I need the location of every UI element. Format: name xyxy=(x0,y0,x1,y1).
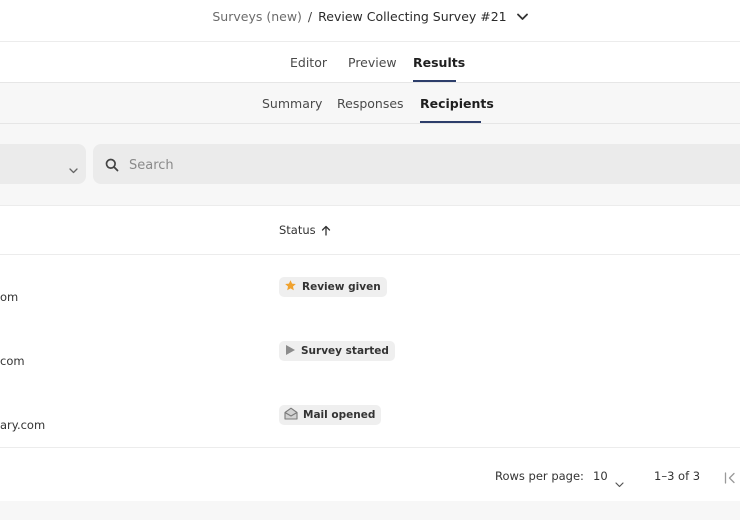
search-field[interactable] xyxy=(93,144,740,184)
tab-preview[interactable]: Preview xyxy=(348,55,397,70)
filter-bar xyxy=(0,124,740,206)
breadcrumb-current[interactable]: Review Collecting Survey #21 xyxy=(318,9,507,24)
breadcrumb: Surveys (new) / Review Collecting Survey #… xyxy=(0,9,740,24)
recipient-email: ary.com xyxy=(0,418,46,432)
tab-recipients[interactable]: Recipients xyxy=(420,96,494,111)
sort-arrow-up-icon xyxy=(321,225,331,239)
filter-select[interactable] xyxy=(0,144,86,184)
top-bar: Surveys (new) / Review Collecting Survey #… xyxy=(0,0,740,42)
chevron-down-icon xyxy=(69,159,78,178)
rows-per-page-select[interactable]: 10 xyxy=(593,469,608,483)
first-page-icon[interactable] xyxy=(724,469,738,488)
recipient-email: com xyxy=(0,354,25,368)
table-row[interactable]: com Survey started xyxy=(0,319,740,383)
chevron-down-icon[interactable] xyxy=(615,473,624,492)
status-badge: Survey started xyxy=(279,341,395,361)
status-badge: Mail opened xyxy=(279,405,382,425)
chevron-down-icon[interactable] xyxy=(516,9,528,24)
table-header: Status xyxy=(0,206,740,255)
breadcrumb-separator: / xyxy=(307,9,313,24)
status-badge-label: Mail opened xyxy=(303,409,376,421)
status-column-header[interactable]: Status xyxy=(279,223,331,239)
search-icon xyxy=(105,157,119,176)
envelope-open-icon xyxy=(284,407,298,423)
pagination-range: 1–3 of 3 xyxy=(654,469,701,483)
table-row[interactable]: om Review given xyxy=(0,255,740,319)
play-icon xyxy=(284,344,296,359)
tab-editor[interactable]: Editor xyxy=(290,55,327,70)
recipient-email: om xyxy=(0,290,19,304)
page-background-strip xyxy=(0,501,740,520)
search-input[interactable] xyxy=(127,154,631,176)
rows-per-page-label: Rows per page: xyxy=(495,469,584,483)
active-subtab-indicator xyxy=(420,121,481,123)
tab-summary[interactable]: Summary xyxy=(262,96,322,111)
tab-results[interactable]: Results xyxy=(413,55,465,70)
tab-responses[interactable]: Responses xyxy=(337,96,404,111)
status-badge-label: Survey started xyxy=(301,345,389,357)
status-column-label: Status xyxy=(279,223,316,237)
pagination-bar: Rows per page: 10 1–3 of 3 xyxy=(0,447,740,502)
active-tab-indicator xyxy=(413,80,456,82)
breadcrumb-parent-link[interactable]: Surveys (new) xyxy=(212,9,302,24)
status-badge: Review given xyxy=(279,277,387,297)
table-row[interactable]: ary.com Mail opened xyxy=(0,383,740,447)
star-icon xyxy=(284,279,297,295)
main-tabs: Editor Preview Results xyxy=(0,42,740,83)
sub-tabs: Summary Responses Recipients xyxy=(0,83,740,124)
status-badge-label: Review given xyxy=(302,281,381,293)
